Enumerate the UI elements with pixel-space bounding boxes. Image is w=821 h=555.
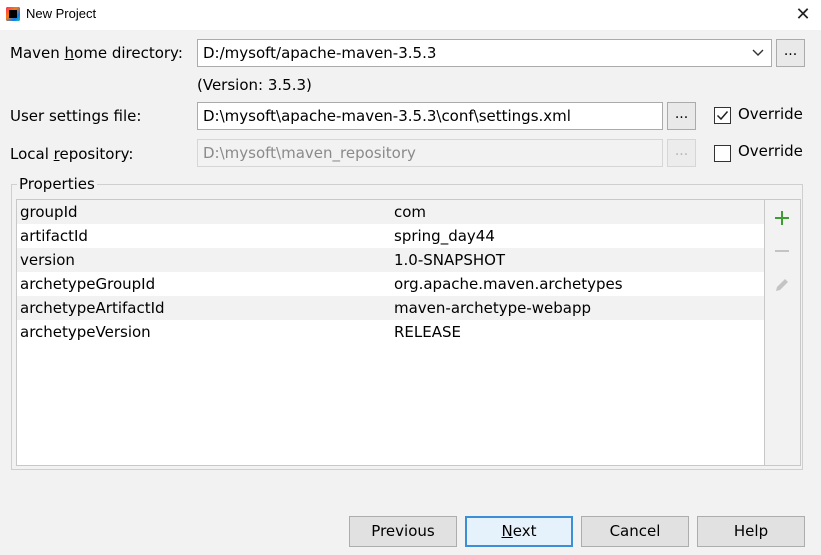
table-row[interactable]: archetypeArtifactId maven-archetype-weba… — [17, 296, 764, 320]
local-repo-override-label[interactable]: Override — [738, 142, 803, 160]
properties-table[interactable]: groupId com artifactId spring_day44 vers… — [16, 199, 765, 466]
property-value: com — [394, 203, 427, 221]
property-key: groupId — [20, 203, 78, 221]
table-row[interactable]: archetypeVersion RELEASE — [17, 320, 764, 344]
maven-home-label: Maven home directory: — [10, 44, 183, 62]
property-key: archetypeArtifactId — [20, 299, 165, 317]
table-row[interactable]: artifactId spring_day44 — [17, 224, 764, 248]
table-row[interactable]: archetypeGroupId org.apache.maven.archet… — [17, 272, 764, 296]
property-value: spring_day44 — [394, 227, 495, 245]
properties-toolbar — [765, 199, 801, 466]
next-button[interactable]: Next — [465, 516, 573, 547]
properties-title: Properties — [17, 175, 97, 193]
plus-icon[interactable] — [765, 203, 799, 231]
maven-home-combobox[interactable]: D:/mysoft/apache-maven-3.5.3 — [197, 39, 772, 67]
maven-version-text: (Version: 3.5.3) — [197, 76, 312, 94]
local-repo-field: D:\mysoft\maven_repository — [197, 139, 663, 167]
minus-icon — [765, 236, 799, 264]
property-key: archetypeVersion — [20, 323, 151, 341]
local-repo-browse-button: ... — [667, 139, 696, 167]
checkmark-icon — [716, 111, 729, 121]
local-repo-label: Local repository: — [10, 145, 134, 163]
chevron-down-icon[interactable] — [751, 40, 765, 66]
property-key: version — [20, 251, 75, 269]
pencil-icon — [765, 270, 799, 298]
help-button[interactable]: Help — [697, 516, 805, 547]
title-bar — [0, 0, 821, 30]
user-settings-label: User settings file: — [10, 107, 142, 125]
maven-home-browse-button[interactable]: ... — [776, 39, 805, 67]
user-settings-browse-button[interactable]: ... — [667, 102, 696, 130]
property-value: org.apache.maven.archetypes — [394, 275, 623, 293]
property-key: artifactId — [20, 227, 88, 245]
user-settings-override-checkbox[interactable] — [714, 107, 731, 124]
previous-button[interactable]: Previous — [349, 516, 457, 547]
table-row[interactable]: version 1.0-SNAPSHOT — [17, 248, 764, 272]
window-title: New Project — [26, 6, 97, 21]
user-settings-override-label[interactable]: Override — [738, 105, 803, 123]
property-value: 1.0-SNAPSHOT — [394, 251, 506, 269]
local-repo-override-checkbox[interactable] — [714, 145, 731, 162]
maven-home-value: D:/mysoft/apache-maven-3.5.3 — [203, 44, 437, 62]
user-settings-field[interactable]: D:\mysoft\apache-maven-3.5.3\conf\settin… — [197, 102, 663, 130]
close-icon[interactable]: ✕ — [790, 3, 816, 27]
property-key: archetypeGroupId — [20, 275, 156, 293]
property-value: RELEASE — [394, 323, 461, 341]
property-value: maven-archetype-webapp — [394, 299, 592, 317]
intellij-app-icon — [6, 7, 20, 21]
table-row[interactable]: groupId com — [17, 200, 764, 224]
cancel-button[interactable]: Cancel — [581, 516, 689, 547]
